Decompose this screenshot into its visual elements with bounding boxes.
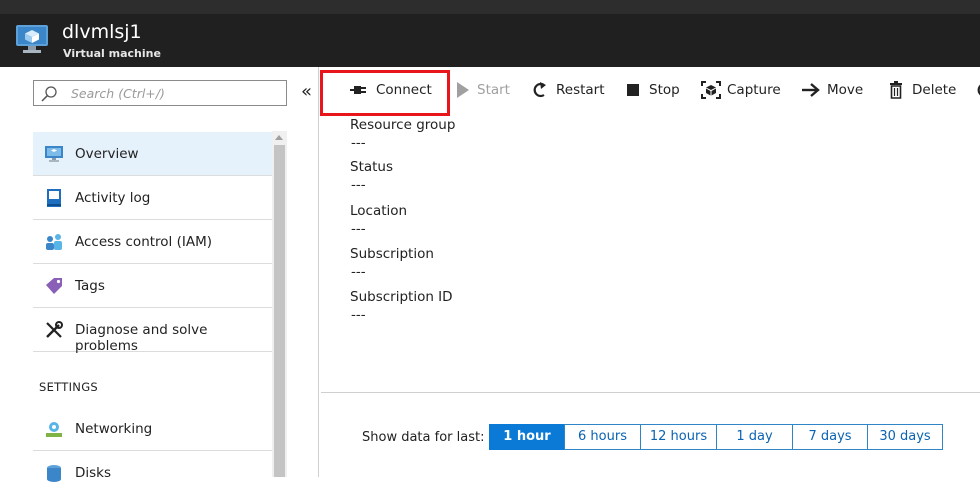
resource-group-label: Resource group: [350, 117, 456, 133]
subscription-label: Subscription: [350, 246, 434, 262]
sidebar-scrollbar[interactable]: [272, 131, 287, 477]
time-range-30-days[interactable]: 30 days: [867, 424, 943, 450]
search-icon: [41, 86, 57, 102]
move-label: Move: [827, 82, 864, 98]
sidebar-item-access-control[interactable]: Access control (IAM): [33, 220, 272, 264]
start-button[interactable]: Start: [455, 79, 515, 101]
status-value: ---: [351, 177, 366, 193]
tag-icon: [46, 278, 62, 294]
subscription-id-label: Subscription ID: [350, 289, 453, 305]
sidebar-item-label: Access control (IAM): [75, 234, 212, 250]
capture-label: Capture: [727, 82, 781, 98]
subscription-id-value: ---: [351, 307, 366, 323]
sidebar-item-label: Activity log: [75, 190, 151, 206]
people-icon: [46, 234, 62, 250]
search-placeholder: Search (Ctrl+/): [71, 86, 165, 101]
content-divider: [321, 392, 980, 393]
sidebar-item-label: Disks: [75, 465, 112, 481]
refresh-icon: [977, 84, 980, 96]
move-button[interactable]: Move: [801, 79, 871, 101]
resource-menu: Search (Ctrl+/) « Overview Activity log …: [0, 67, 319, 482]
location-value: ---: [351, 221, 366, 237]
restart-icon: [533, 82, 546, 98]
disk-icon: [47, 465, 61, 482]
time-range-1-hour[interactable]: 1 hour: [489, 424, 565, 450]
top-strip: [0, 0, 980, 14]
start-label: Start: [477, 82, 510, 98]
connect-highlight-box: [320, 70, 450, 116]
restart-label: Restart: [556, 82, 605, 98]
search-input[interactable]: Search (Ctrl+/): [33, 80, 287, 106]
page-title: dlvmlsj1: [62, 21, 142, 43]
time-range-1-day[interactable]: 1 day: [716, 424, 793, 450]
time-range-6-hours[interactable]: 6 hours: [564, 424, 641, 450]
monitor-icon: [45, 146, 63, 162]
sidebar-item-disks[interactable]: Disks: [33, 451, 272, 495]
stop-label: Stop: [649, 82, 680, 98]
sidebar-item-tags[interactable]: Tags: [33, 264, 272, 308]
time-range-7-days[interactable]: 7 days: [792, 424, 868, 450]
time-range-label: Show data for last:: [362, 430, 485, 445]
time-range-12-hours[interactable]: 12 hours: [640, 424, 717, 450]
collapse-menu-button[interactable]: «: [301, 81, 312, 102]
more-toolbar-button[interactable]: [974, 79, 980, 101]
scroll-thumb[interactable]: [274, 145, 285, 477]
settings-section-header: SETTINGS: [39, 380, 99, 394]
sidebar-item-label: Diagnose and solve problems: [75, 322, 208, 354]
network-icon: [46, 422, 62, 437]
resource-group-value: ---: [351, 135, 366, 151]
subscription-value: ---: [351, 264, 366, 280]
book-icon: [47, 189, 61, 207]
restart-button[interactable]: Restart: [530, 79, 610, 101]
scroll-up-arrow-icon[interactable]: [275, 135, 283, 140]
virtual-machine-icon: [16, 25, 48, 53]
capture-icon: [701, 81, 721, 99]
arrow-right-icon: [802, 83, 820, 97]
sidebar-item-label: Networking: [75, 421, 153, 437]
trash-icon: [890, 81, 902, 99]
capture-button[interactable]: Capture: [701, 79, 783, 101]
wrench-icon: [46, 321, 63, 338]
delete-label: Delete: [912, 82, 957, 98]
delete-button[interactable]: Delete: [888, 79, 958, 101]
sidebar-item-overview[interactable]: Overview: [33, 132, 272, 176]
sidebar-item-networking[interactable]: Networking: [33, 407, 272, 451]
sidebar-item-diagnose[interactable]: Diagnose and solve problems: [33, 308, 272, 354]
sidebar-item-label: Overview: [75, 146, 139, 162]
status-label: Status: [350, 159, 394, 175]
sidebar-item-label: Tags: [75, 278, 105, 294]
blade-header: dlvmlsj1 Virtual machine: [0, 14, 980, 67]
location-label: Location: [350, 203, 408, 219]
sidebar-item-activity-log[interactable]: Activity log: [33, 176, 272, 220]
stop-icon: [627, 84, 639, 96]
play-icon: [457, 82, 469, 98]
page-subtitle: Virtual machine: [63, 47, 161, 60]
stop-button[interactable]: Stop: [624, 79, 684, 101]
